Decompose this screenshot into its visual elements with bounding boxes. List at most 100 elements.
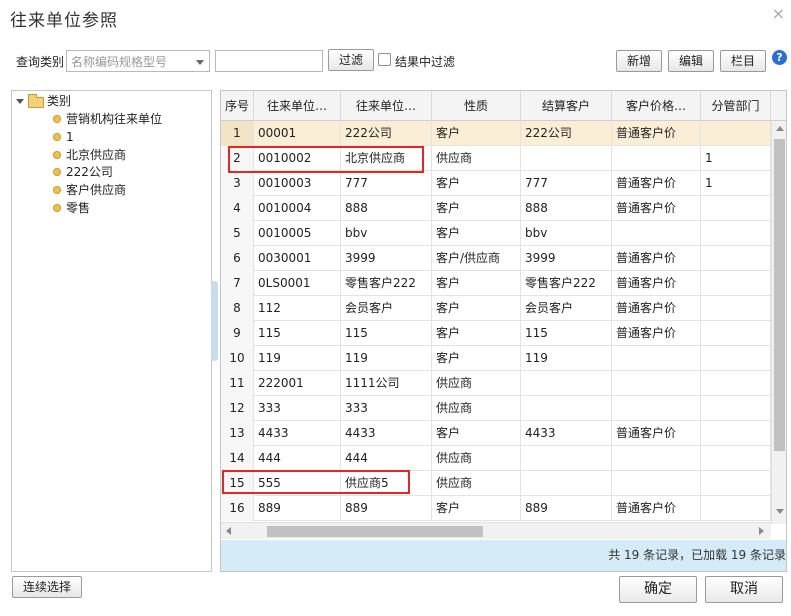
table-row[interactable]: 7 0LS0001 零售客户222 客户 零售客户222 普通客户价	[221, 271, 771, 296]
table-cell: 555	[254, 471, 341, 496]
table-row[interactable]: 4 0010004 888 客户 888 普通客户价	[221, 196, 771, 221]
columns-button[interactable]: 栏目	[720, 50, 766, 72]
category-tree: 类别 营销机构往来单位 1 北京供应商 222公司 客户供应商 零售	[11, 90, 212, 572]
scroll-down-icon[interactable]	[776, 509, 784, 514]
vertical-scroll-thumb[interactable]	[774, 139, 785, 451]
column-header[interactable]: 性质	[432, 91, 521, 121]
table-cell: 客户	[432, 321, 521, 346]
table-row[interactable]: 6 0030001 3999 客户/供应商 3999 普通客户价	[221, 246, 771, 271]
table-cell: 0LS0001	[254, 271, 341, 296]
table-cell	[612, 396, 701, 421]
table-cell: 444	[341, 446, 432, 471]
ok-button[interactable]: 确定	[619, 576, 697, 603]
tree-item[interactable]: 客户供应商	[53, 182, 126, 199]
table-row[interactable]: 2 0010002 北京供应商 供应商 1	[221, 146, 771, 171]
column-header[interactable]: 客户价格…	[612, 91, 701, 121]
table-cell: 888	[521, 196, 612, 221]
table-row[interactable]: 8 112 会员客户 客户 会员客户 普通客户价	[221, 296, 771, 321]
table-cell: 3999	[521, 246, 612, 271]
table-cell	[701, 346, 771, 371]
data-grid: 序号 往来单位… 往来单位… 性质 结算客户 客户价格… 分管部门 1 00001 222公司客…	[220, 90, 787, 572]
table-cell: 333	[341, 396, 432, 421]
row-number: 2	[221, 146, 254, 171]
table-cell	[701, 321, 771, 346]
table-cell	[521, 446, 612, 471]
table-cell: 889	[521, 496, 612, 521]
table-cell	[701, 496, 771, 521]
row-number: 3	[221, 171, 254, 196]
row-number: 10	[221, 346, 254, 371]
tree-item[interactable]: 营销机构往来单位	[53, 111, 162, 128]
table-row[interactable]: 10 119 119 客户 119	[221, 346, 771, 371]
row-number: 1	[221, 121, 254, 146]
table-row[interactable]: 3 0010003 777 客户 777 普通客户价 1	[221, 171, 771, 196]
search-input[interactable]	[215, 50, 323, 72]
table-row[interactable]: 11 222001 1111公司 供应商	[221, 371, 771, 396]
table-row[interactable]: 13 4433 4433 客户 4433 普通客户价	[221, 421, 771, 446]
table-cell: 普通客户价	[612, 296, 701, 321]
table-cell: 客户	[432, 196, 521, 221]
table-cell: 客户	[432, 496, 521, 521]
row-number: 14	[221, 446, 254, 471]
table-cell: 会员客户	[521, 296, 612, 321]
continuous-select-button[interactable]: 连续选择	[12, 576, 82, 598]
column-header[interactable]: 往来单位…	[254, 91, 341, 121]
column-header[interactable]: 分管部门	[701, 91, 771, 121]
tree-leaf-icon	[53, 186, 61, 194]
filter-button[interactable]: 过滤	[328, 49, 374, 71]
horizontal-scroll-thumb[interactable]	[267, 526, 483, 537]
tree-item[interactable]: 222公司	[53, 164, 113, 181]
scroll-right-icon[interactable]	[759, 527, 764, 535]
column-header[interactable]: 结算客户	[521, 91, 612, 121]
table-cell: 222公司	[341, 121, 432, 146]
table-cell: 0010004	[254, 196, 341, 221]
tree-leaf-icon	[53, 115, 61, 123]
edit-button[interactable]: 编辑	[668, 50, 714, 72]
table-cell	[701, 371, 771, 396]
table-cell	[701, 121, 771, 146]
column-header[interactable]: 序号	[221, 91, 254, 121]
table-row[interactable]: 14 444 444 供应商	[221, 446, 771, 471]
table-cell: 零售客户222	[521, 271, 612, 296]
filter-in-results-checkbox[interactable]	[378, 53, 391, 66]
tree-root[interactable]: 类别	[12, 93, 202, 110]
table-cell	[612, 146, 701, 171]
grid-header: 序号 往来单位… 往来单位… 性质 结算客户 客户价格… 分管部门	[221, 91, 786, 121]
table-cell	[701, 221, 771, 246]
table-row[interactable]: 16 889 889 客户 889 普通客户价	[221, 496, 771, 521]
tree-item[interactable]: 北京供应商	[53, 147, 126, 164]
tree-item[interactable]: 零售	[53, 200, 90, 217]
grid-status-bar: 共 19 条记录，已加载 19 条记录	[221, 540, 786, 571]
table-cell: 客户	[432, 271, 521, 296]
horizontal-scrollbar[interactable]	[221, 522, 771, 539]
table-row[interactable]: 15 555 供应商5 供应商	[221, 471, 771, 496]
category-select[interactable]: 名称编码规格型号	[66, 50, 210, 72]
table-row[interactable]: 12 333 333 供应商	[221, 396, 771, 421]
close-icon[interactable]: ×	[772, 4, 785, 23]
table-row[interactable]: 5 0010005 bbv 客户 bbv	[221, 221, 771, 246]
row-number: 7	[221, 271, 254, 296]
table-cell	[701, 421, 771, 446]
tree-item[interactable]: 1	[53, 129, 74, 146]
add-button[interactable]: 新增	[616, 50, 662, 72]
table-row[interactable]: 9 115 115 客户 115 普通客户价	[221, 321, 771, 346]
scroll-up-icon[interactable]	[776, 126, 784, 131]
table-cell: 会员客户	[341, 296, 432, 321]
table-cell: 客户	[432, 346, 521, 371]
table-cell: 普通客户价	[612, 421, 701, 446]
row-number: 12	[221, 396, 254, 421]
panel-splitter[interactable]	[211, 281, 218, 361]
table-row[interactable]: 1 00001 222公司 客户 222公司 普通客户价	[221, 121, 771, 146]
table-cell	[612, 446, 701, 471]
scroll-left-icon[interactable]	[226, 527, 231, 535]
tree-item-label: 222公司	[66, 165, 113, 179]
table-cell	[521, 371, 612, 396]
table-cell: 222001	[254, 371, 341, 396]
help-icon[interactable]: ?	[772, 50, 787, 65]
tree-collapse-toggle[interactable]	[16, 99, 24, 104]
column-header[interactable]: 往来单位…	[341, 91, 432, 121]
vertical-scrollbar[interactable]	[771, 121, 786, 524]
table-cell: 客户	[432, 421, 521, 446]
table-cell: 889	[341, 496, 432, 521]
cancel-button[interactable]: 取消	[705, 576, 783, 603]
